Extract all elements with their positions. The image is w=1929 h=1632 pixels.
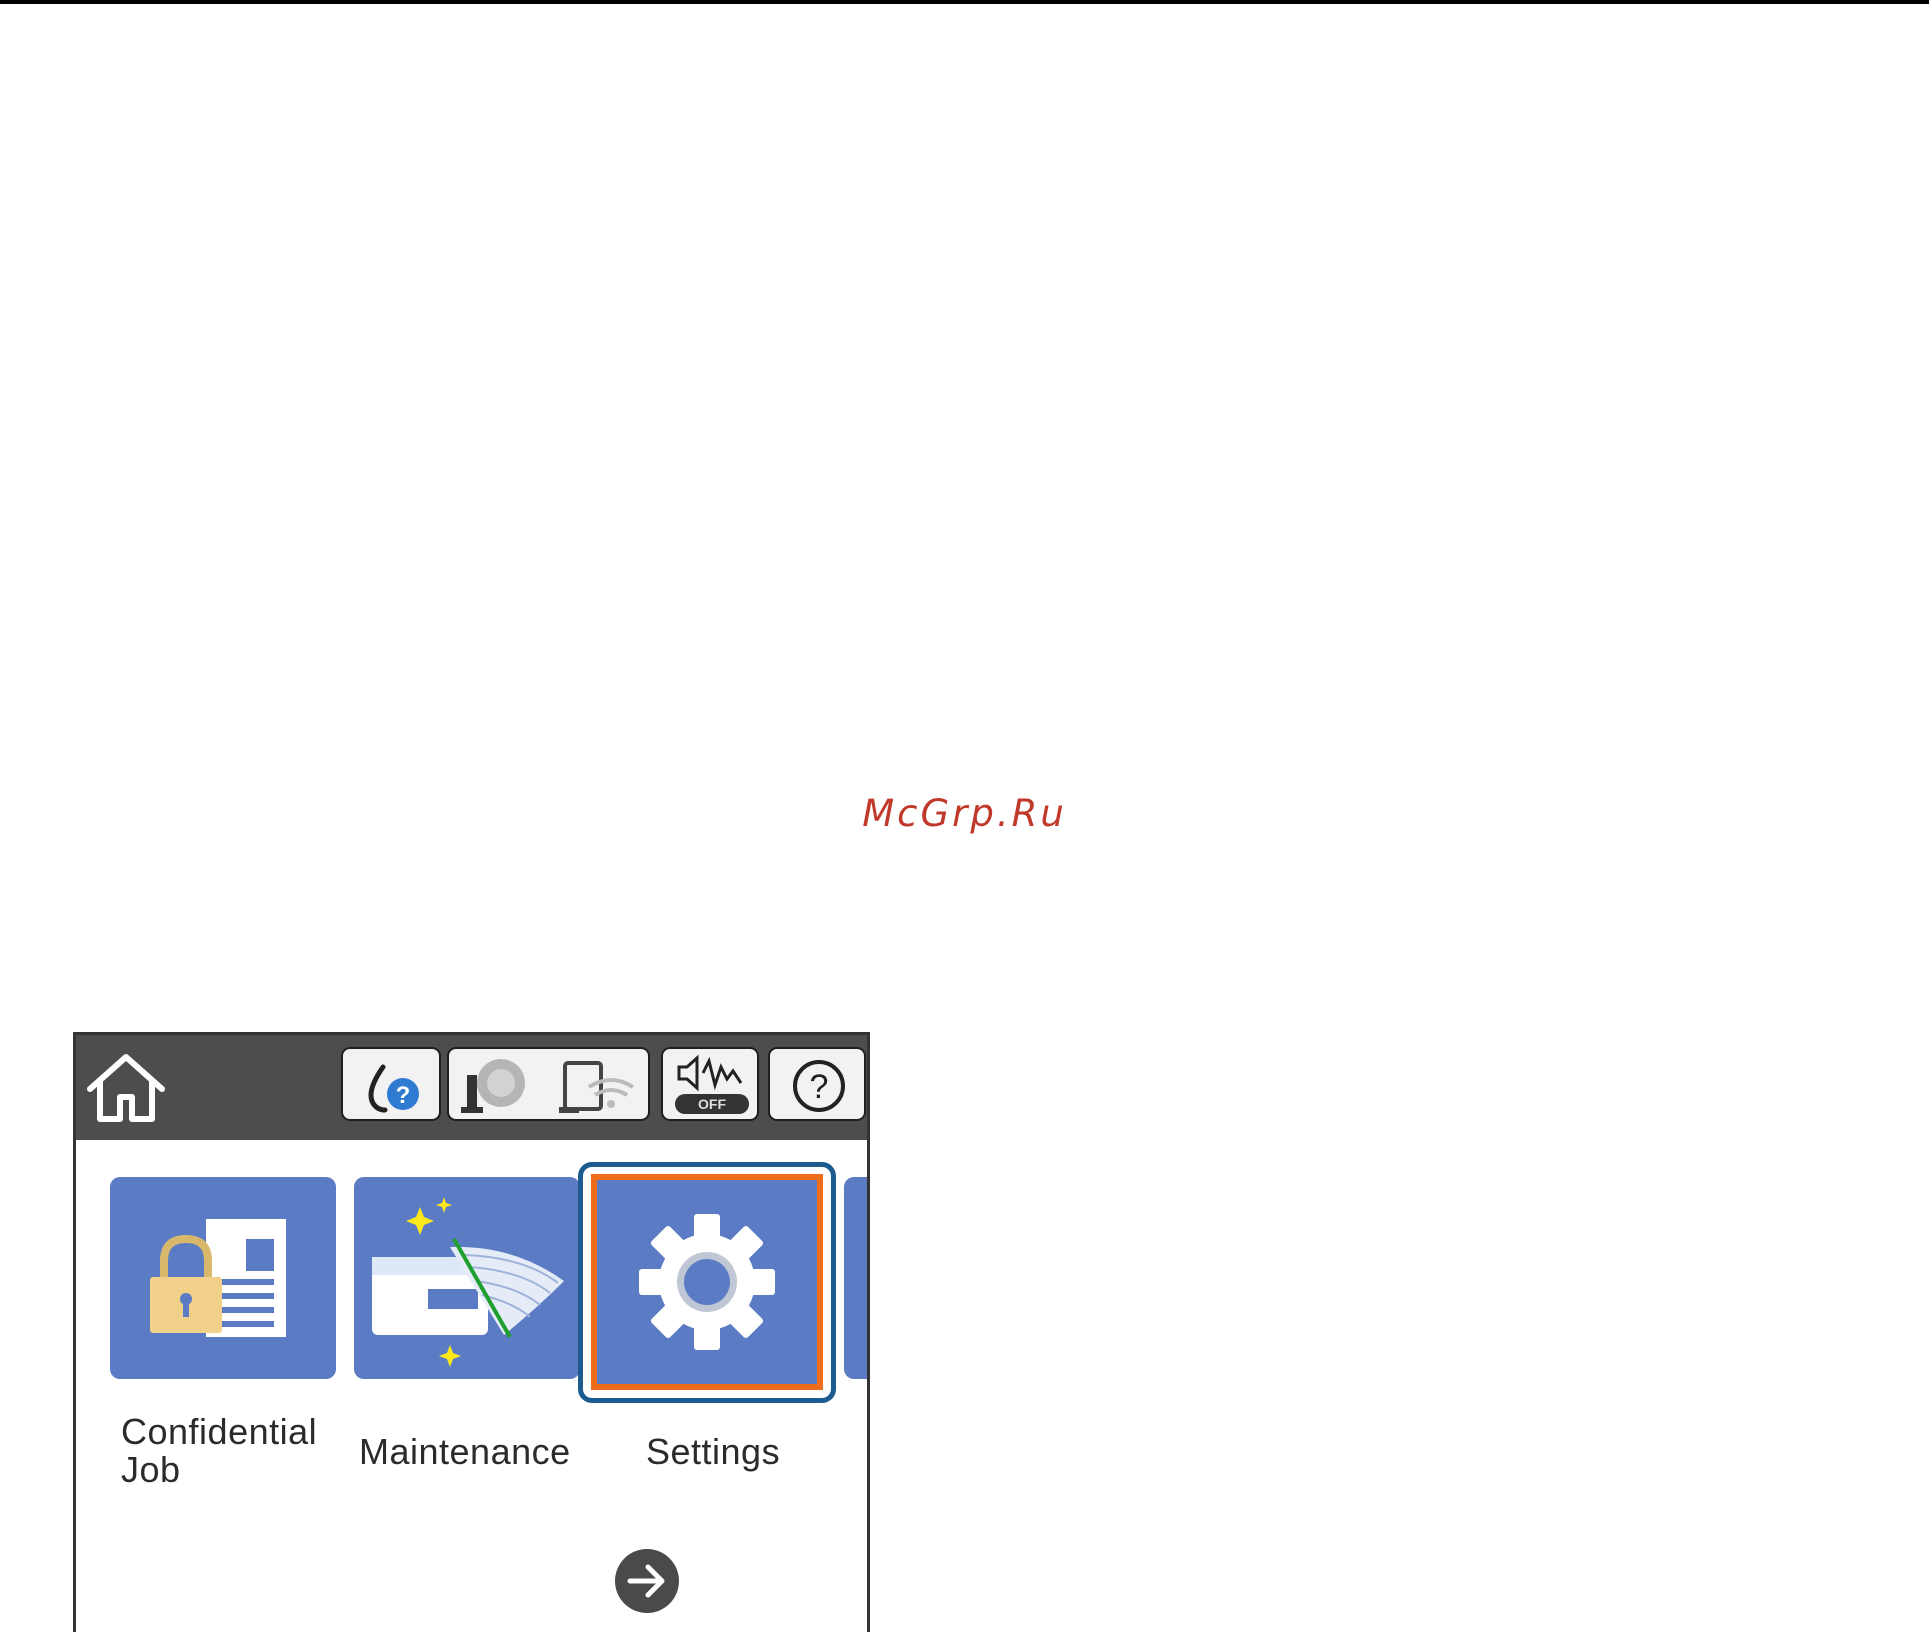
confidential-job-icon [150,1219,286,1337]
arrow-right-icon[interactable] [614,1548,680,1614]
svg-text:?: ? [810,1068,829,1106]
settings-tile[interactable] [591,1174,823,1390]
top-bar: ? OFF ? [76,1035,867,1140]
home-icon[interactable] [84,1049,168,1127]
confidential-job-tile[interactable] [110,1177,336,1379]
maintenance-label: Maintenance [359,1431,571,1472]
ink-status-icon: ? [368,1064,419,1113]
network-status-icon [461,1059,525,1113]
maintenance-icon [372,1197,564,1367]
ink-status-button[interactable]: ? [341,1047,441,1121]
top-rule [0,0,1929,4]
settings-gear-icon [639,1214,775,1350]
help-icon: ? [793,1060,845,1112]
settings-label: Settings [646,1431,781,1472]
wifi-direct-icon [559,1061,635,1113]
printer-control-panel: ? OFF ? Confidential Job Maintenance Set… [73,1032,870,1632]
confidential-job-label: Confidential Job [121,1411,318,1490]
network-status-button[interactable] [447,1047,650,1121]
watermark: McGrp.Ru [862,792,1067,835]
quiet-mode-label: OFF [698,1096,726,1112]
maintenance-tile[interactable] [354,1177,580,1379]
quiet-mode-button[interactable]: OFF [661,1047,759,1121]
partial-tile[interactable] [844,1177,867,1379]
svg-text:?: ? [396,1082,411,1109]
help-button[interactable]: ? [768,1047,866,1121]
